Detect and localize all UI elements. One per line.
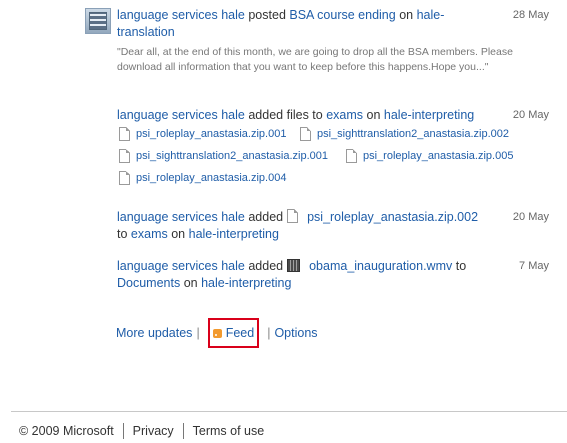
file-name[interactable]: psi_sighttranslation2_anastasia.zip.002: [317, 128, 509, 140]
action-text: added files to: [248, 108, 323, 122]
more-updates-link[interactable]: More updates: [116, 326, 192, 340]
feed-item-date: 20 May: [512, 109, 549, 121]
file-name[interactable]: psi_sighttranslation2_anastasia.zip.001: [136, 150, 328, 162]
file-link[interactable]: psi_sighttranslation2_anastasia.zip.001: [119, 149, 328, 163]
actor-link[interactable]: language services hale: [117, 8, 245, 22]
group-link[interactable]: hale-interpreting: [189, 227, 279, 241]
video-file-icon: [286, 259, 300, 272]
action-text: added: [248, 259, 284, 273]
file-link[interactable]: psi_roleplay_anastasia.zip.001: [119, 127, 286, 141]
user-avatar[interactable]: [85, 8, 111, 34]
on-text: on: [171, 227, 186, 241]
actor-link[interactable]: language services hale: [117, 108, 245, 122]
feed-item: language services hale added obama_inaug…: [117, 258, 497, 292]
file-icon: [119, 127, 130, 141]
footer-separator: [122, 423, 124, 439]
file-link[interactable]: obama_inauguration.wmv: [309, 259, 452, 273]
post-link[interactable]: BSA course ending: [289, 8, 395, 22]
file-icon: [119, 149, 130, 163]
on-text: on: [399, 8, 414, 22]
folder-link[interactable]: exams: [131, 227, 168, 241]
to-text: to: [117, 227, 128, 241]
file-link[interactable]: psi_roleplay_anastasia.zip.004: [119, 171, 286, 185]
file-name[interactable]: psi_roleplay_anastasia.zip.005: [363, 150, 513, 162]
link-separator: |: [267, 326, 271, 340]
file-link[interactable]: psi_roleplay_anastasia.zip.002: [307, 210, 478, 224]
actor-link[interactable]: language services hale: [117, 210, 245, 224]
file-name[interactable]: psi_roleplay_anastasia.zip.001: [136, 128, 286, 140]
to-text: to: [455, 259, 467, 273]
footer-divider: [11, 411, 567, 412]
terms-link[interactable]: Terms of use: [193, 424, 265, 438]
footer: © 2009 Microsoft Privacy Terms of use: [19, 423, 264, 439]
file-icon: [119, 171, 130, 185]
footer-separator: [182, 423, 184, 439]
feed-actions: More updates | Feed | Options: [116, 318, 318, 348]
group-link[interactable]: hale-interpreting: [384, 108, 474, 122]
feed-item: language services hale added files to ex…: [117, 107, 474, 124]
feed-item-date: 7 May: [519, 260, 549, 272]
link-separator: |: [196, 326, 200, 340]
avatar-image: [89, 12, 107, 30]
file-icon: [286, 209, 298, 223]
file-icon: [346, 149, 357, 163]
post-excerpt: "Dear all, at the end of this month, we …: [117, 46, 513, 73]
feed-item: language services hale posted BSA course…: [117, 7, 497, 41]
file-link[interactable]: psi_roleplay_anastasia.zip.005: [346, 149, 513, 163]
folder-link[interactable]: Documents: [117, 276, 180, 290]
on-text: on: [183, 276, 198, 290]
group-link[interactable]: hale-interpreting: [201, 276, 291, 290]
file-link[interactable]: psi_sighttranslation2_anastasia.zip.002: [300, 127, 509, 141]
activity-page: language services hale posted BSA course…: [0, 0, 567, 443]
options-link[interactable]: Options: [274, 326, 317, 340]
rss-icon: [212, 328, 222, 338]
file-icon: [300, 127, 311, 141]
feed-item-date: 28 May: [512, 9, 549, 21]
on-text: on: [366, 108, 381, 122]
privacy-link[interactable]: Privacy: [133, 424, 174, 438]
action-text: added: [248, 210, 284, 224]
feed-link-highlight[interactable]: Feed: [207, 318, 260, 348]
feed-link[interactable]: Feed: [226, 326, 255, 340]
feed-item-date: 20 May: [512, 211, 549, 223]
file-name[interactable]: psi_roleplay_anastasia.zip.004: [136, 172, 286, 184]
copyright-text: © 2009 Microsoft: [19, 424, 114, 438]
folder-link[interactable]: exams: [326, 108, 363, 122]
feed-item: language services hale added psi_rolepla…: [117, 209, 497, 243]
actor-link[interactable]: language services hale: [117, 259, 245, 273]
action-text: posted: [248, 8, 286, 22]
